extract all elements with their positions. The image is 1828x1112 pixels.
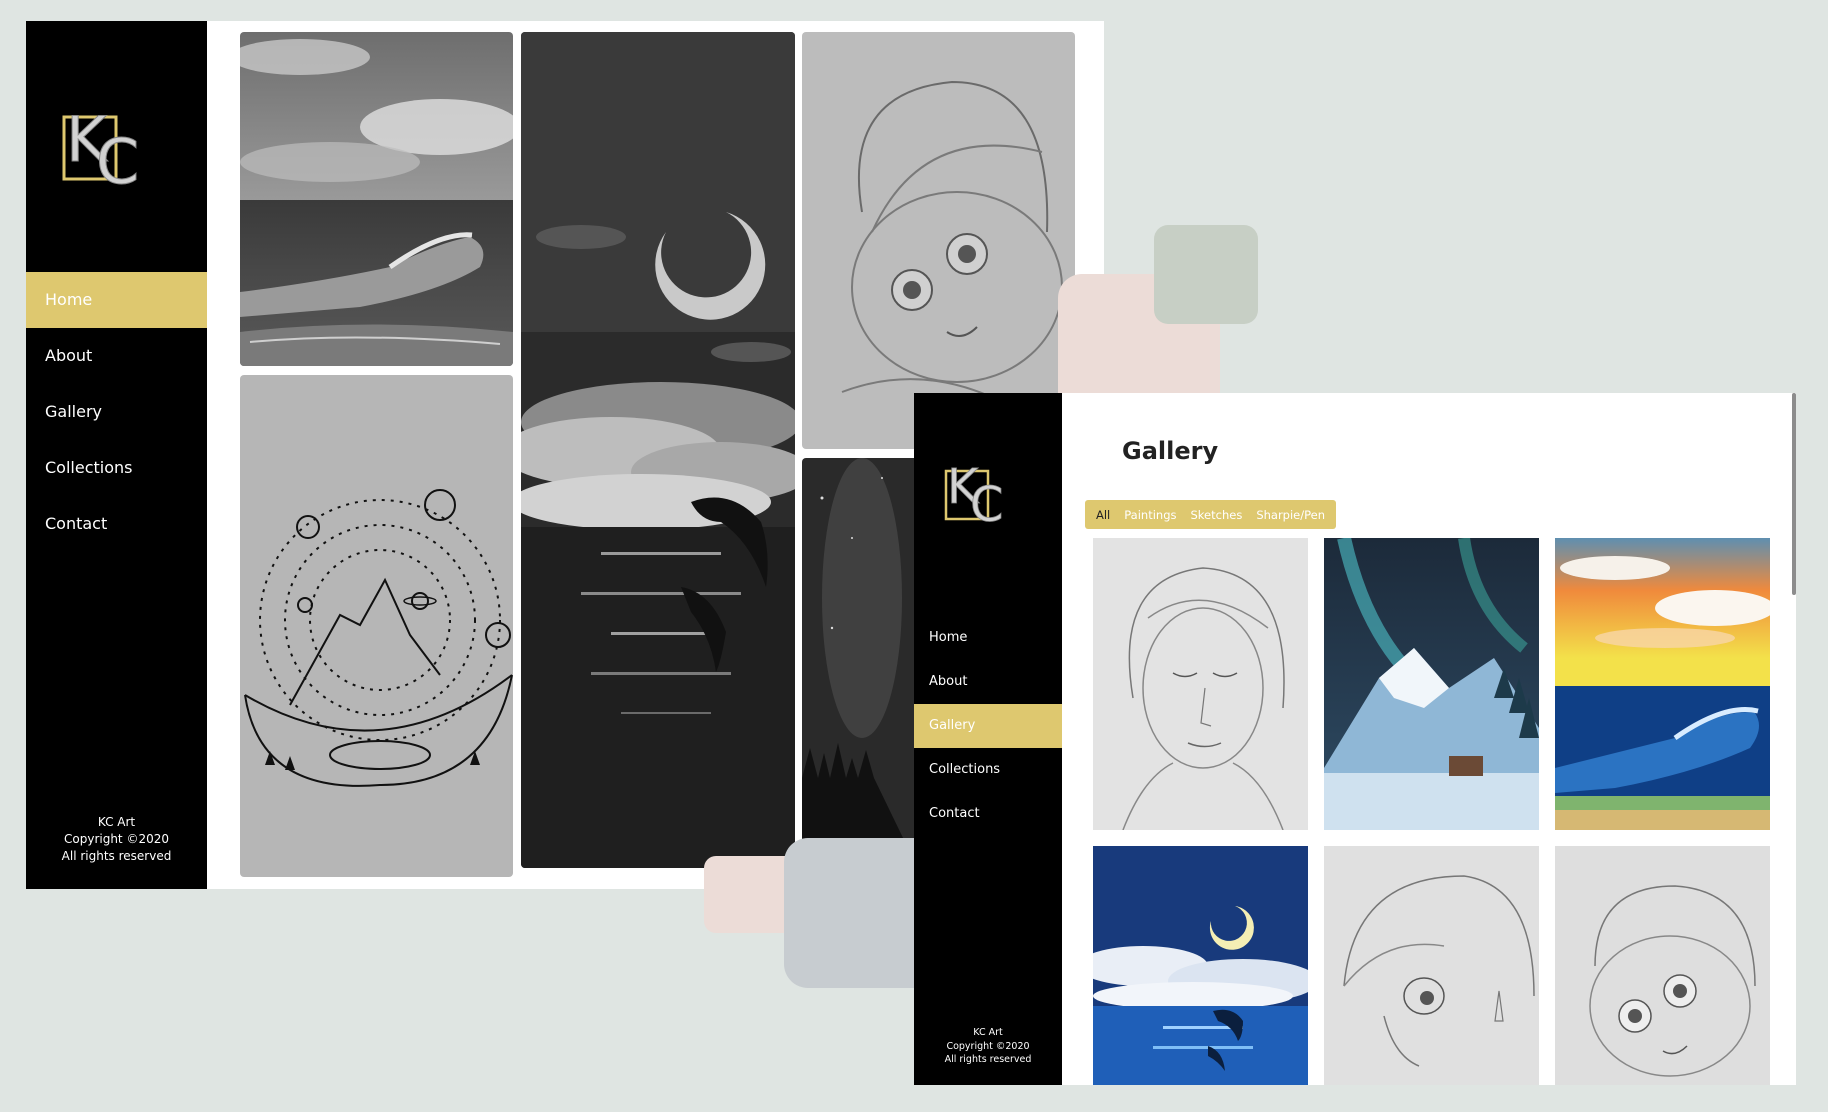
home-sidebar: K C Home About Gallery Collections Conta… [26, 21, 207, 889]
gallery-nav: Home About Gallery Collections Contact [914, 616, 1062, 836]
artwork-solar-system-drawing[interactable] [240, 375, 513, 877]
artwork-ocean-wave[interactable] [240, 32, 513, 366]
thumbnail-moon-dolphin[interactable] [1093, 846, 1308, 1085]
nav-about[interactable]: About [914, 660, 1062, 704]
nav-contact[interactable]: Contact [914, 792, 1062, 836]
footer-brand: KC Art [97, 815, 136, 829]
home-nav: Home About Gallery Collections Contact [26, 272, 207, 552]
gallery-scrollbar[interactable] [1792, 393, 1796, 595]
nav-gallery[interactable]: Gallery [914, 704, 1062, 748]
gallery-filter-bar: All Paintings Sketches Sharpie/Pen [1085, 500, 1337, 529]
footer-brand: KC Art [973, 1027, 1003, 1038]
thumbnail-mermaid-sketch[interactable] [1324, 846, 1539, 1085]
swatch-sage [1154, 225, 1258, 324]
home-footer: KC Art Copyright ©2020 All rights reserv… [26, 814, 207, 865]
footer-rights: All rights reserved [944, 1054, 1032, 1065]
gallery-sidebar: K C Home About Gallery Collections Conta… [914, 393, 1062, 1085]
svg-text:C: C [970, 477, 1004, 529]
filter-paintings[interactable]: Paintings [1117, 508, 1183, 522]
filter-sharpie-pen[interactable]: Sharpie/Pen [1249, 508, 1332, 522]
gallery-page-window: K C Home About Gallery Collections Conta… [914, 393, 1796, 1085]
kc-logo[interactable]: K C [944, 453, 1016, 529]
svg-text:C: C [96, 125, 139, 198]
gallery-footer: KC Art Copyright ©2020 All rights reserv… [914, 1026, 1062, 1067]
thumbnail-aurora-mountain[interactable] [1324, 538, 1539, 830]
filter-all[interactable]: All [1089, 508, 1117, 522]
filter-sketches[interactable]: Sketches [1184, 508, 1250, 522]
footer-rights: All rights reserved [61, 849, 172, 863]
thumbnail-girl-portrait-sketch[interactable] [1555, 846, 1770, 1085]
nav-collections[interactable]: Collections [914, 748, 1062, 792]
nav-about[interactable]: About [26, 328, 207, 384]
page-title: Gallery [1122, 437, 1219, 465]
nav-home[interactable]: Home [26, 272, 207, 328]
footer-copyright: Copyright ©2020 [64, 832, 169, 846]
thumbnail-girl-face-sketch[interactable] [1093, 538, 1308, 830]
thumbnail-sunset-wave[interactable] [1555, 538, 1770, 830]
artwork-girl-portrait-sketch[interactable] [802, 32, 1075, 449]
nav-contact[interactable]: Contact [26, 496, 207, 552]
nav-gallery[interactable]: Gallery [26, 384, 207, 440]
artwork-moon-dolphins[interactable] [521, 32, 795, 868]
kc-logo[interactable]: K C [62, 91, 152, 199]
nav-home[interactable]: Home [914, 616, 1062, 660]
footer-copyright: Copyright ©2020 [946, 1040, 1030, 1052]
nav-collections[interactable]: Collections [26, 440, 207, 496]
